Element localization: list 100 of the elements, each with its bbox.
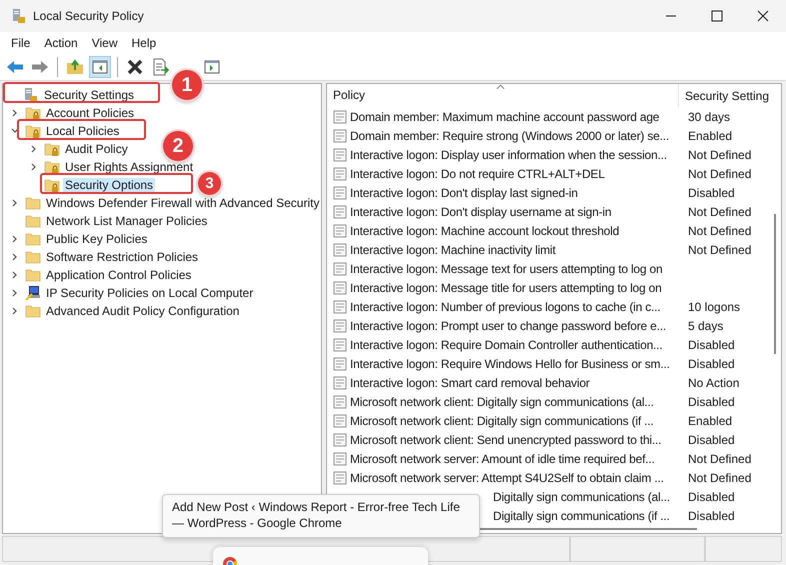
- tree-item[interactable]: Security Options: [63, 178, 156, 192]
- policy-name: Interactive logon: Message text for users attempting to log on: [350, 262, 662, 276]
- locked-folder-icon: [44, 141, 60, 157]
- tree-item[interactable]: User Rights Assignment: [63, 160, 196, 174]
- step-number-badge: 1: [172, 70, 202, 100]
- policy-icon: [333, 186, 347, 200]
- policy-name: Digitally sign communications (al...: [492, 490, 670, 504]
- policy-name: Domain member: Require strong (Windows 2000 or later) se...: [350, 128, 669, 142]
- tooltip: Add New Post ‹ Windows Report - Error-free Tech Life — WordPress - Google Chrome: [162, 494, 480, 538]
- policy-name: Digitally sign communications (if ...: [492, 508, 670, 522]
- policy-name: Interactive logon: Require Domain Controller authentication...: [350, 338, 662, 352]
- security-setting: Disabled: [687, 356, 735, 370]
- tree-item[interactable]: Account Policies: [44, 106, 136, 120]
- policy-icon: [333, 166, 347, 180]
- policy-name: Interactive logon: Machine inactivity limit: [350, 242, 556, 256]
- policy-name: Microsoft network server: Attempt S4U2Self to obtain claim ...: [350, 470, 664, 484]
- policy-name: Interactive logon: Machine account lockout threshold: [350, 224, 620, 238]
- tree-item[interactable]: Audit Policy: [63, 142, 130, 156]
- tree-item[interactable]: IP Security Policies on Local Computer: [44, 286, 256, 300]
- security-setting: 30 days: [687, 110, 730, 124]
- sort-indicator-icon: [496, 84, 505, 90]
- policy-icon: [333, 452, 347, 466]
- policy-icon: [333, 204, 347, 218]
- policy-icon: [333, 338, 347, 352]
- policy-icon: [333, 128, 347, 142]
- window-title: Local Security Policy: [33, 9, 144, 23]
- policy-icon: [333, 394, 347, 408]
- security-setting: No Action: [687, 376, 740, 390]
- menu-item[interactable]: File: [4, 36, 38, 50]
- policy-name: Interactive logon: Prompt user to change password before e...: [350, 318, 666, 332]
- menu-item[interactable]: Help: [124, 36, 164, 50]
- policy-icon: [333, 110, 347, 124]
- security-setting: 10 logons: [687, 300, 740, 314]
- app-icon: [11, 8, 27, 24]
- scrollbar-thumb[interactable]: [477, 528, 697, 530]
- policy-icon: [333, 242, 347, 256]
- security-setting: Disabled: [687, 508, 735, 522]
- security-setting: Enabled: [687, 128, 732, 142]
- tree-item[interactable]: Application Control Policies: [44, 268, 194, 282]
- security-setting: Disabled: [687, 394, 735, 408]
- menu-item[interactable]: Action: [37, 36, 85, 50]
- step-number-badge: 3: [198, 172, 221, 195]
- tree-item[interactable]: Windows Defender Firewall with Advanced Security: [44, 196, 321, 210]
- column-header[interactable]: Security Setting: [678, 88, 769, 102]
- security-setting: Disabled: [687, 490, 735, 504]
- folder-icon: [25, 195, 41, 211]
- locked-folder-icon: [25, 123, 41, 139]
- tree-item[interactable]: Network List Manager Policies: [44, 214, 210, 228]
- security-setting: Not Defined: [687, 166, 752, 180]
- locked-folder-icon: [44, 177, 60, 193]
- security-setting: Not Defined: [687, 224, 752, 238]
- security-setting: Not Defined: [687, 242, 752, 256]
- policy-icon: [333, 262, 347, 276]
- policy-name: Interactive logon: Display user information when the session...: [350, 148, 667, 162]
- policy-icon: [333, 414, 347, 428]
- security-setting: Not Defined: [687, 148, 752, 162]
- policy-name: Interactive logon: Number of previous logons to cache (in c...: [350, 300, 660, 314]
- step-number-badge: 2: [163, 131, 193, 161]
- tree-item[interactable]: Software Restriction Policies: [44, 250, 200, 264]
- folder-icon: [25, 303, 41, 319]
- server-lock-icon: [23, 87, 39, 103]
- locked-folder-icon: [44, 159, 60, 175]
- policy-icon: [333, 432, 347, 446]
- policy-name: Interactive logon: Do not require CTRL+ALT+DEL: [350, 166, 605, 180]
- policy-name: Microsoft network client: Send unencrypted password to thi...: [350, 432, 662, 446]
- menu-item[interactable]: View: [84, 36, 124, 50]
- folder-icon: [25, 231, 41, 247]
- tree-item[interactable]: Security Settings: [42, 88, 136, 102]
- folder-icon: [25, 267, 41, 283]
- policy-name: Microsoft network client: Digitally sign communications (if ...: [350, 414, 654, 428]
- security-setting: Disabled: [687, 186, 735, 200]
- folder-icon: [25, 249, 41, 265]
- column-header[interactable]: Policy: [327, 84, 679, 107]
- security-setting: Not Defined: [687, 470, 752, 484]
- policy-name: Interactive logon: Don't display username at sign-in: [350, 204, 612, 218]
- security-setting: 5 days: [687, 318, 724, 332]
- policy-name: Interactive logon: Message title for users attempting to log on: [350, 280, 662, 294]
- pane-icon[interactable]: [89, 56, 111, 78]
- computer-key-icon: [25, 285, 41, 301]
- security-setting: Not Defined: [687, 204, 752, 218]
- tree-item[interactable]: Local Policies: [44, 124, 122, 138]
- policy-icon: [333, 224, 347, 238]
- tree-item[interactable]: Public Key Policies: [44, 232, 150, 246]
- policy-name: Interactive logon: Smart card removal behavior: [350, 376, 590, 390]
- locked-folder-icon: [25, 105, 41, 121]
- policy-icon: [333, 280, 347, 294]
- policy-icon: [333, 300, 347, 314]
- policy-icon: [333, 318, 347, 332]
- policy-name: Microsoft network client: Digitally sign communications (al...: [350, 394, 654, 408]
- tree-item[interactable]: Advanced Audit Policy Configuration: [44, 304, 242, 318]
- policy-icon: [333, 148, 347, 162]
- security-setting: Not Defined: [687, 452, 752, 466]
- scrollbar-thumb[interactable]: [774, 214, 776, 354]
- security-setting: Disabled: [687, 432, 735, 446]
- security-setting: Disabled: [687, 338, 735, 352]
- security-setting: Enabled: [687, 414, 732, 428]
- policy-icon: [333, 376, 347, 390]
- policy-icon: [333, 356, 347, 370]
- policy-name: Interactive logon: Don't display last signed-in: [350, 186, 578, 200]
- policy-name: Microsoft network server: Amount of idle time required bef...: [350, 452, 655, 466]
